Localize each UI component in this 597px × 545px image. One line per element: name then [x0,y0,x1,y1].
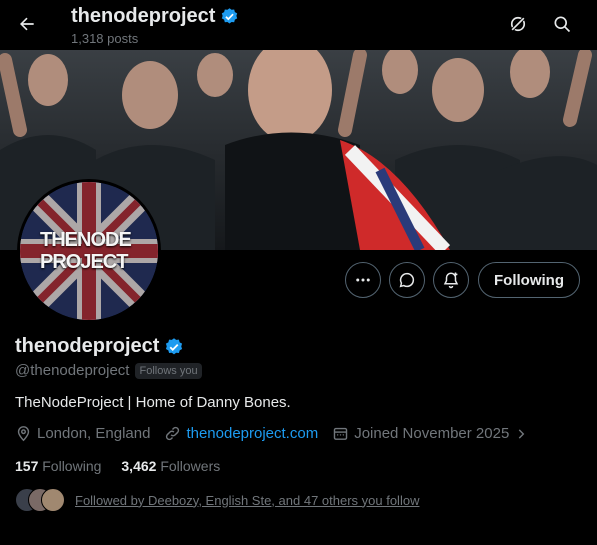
follower-avatar [41,488,65,512]
location-item: London, England [15,425,150,442]
search-button[interactable] [549,11,575,37]
followed-by-text: Followed by Deebozy, English Ste, and 47… [75,492,420,508]
profile-handle: @thenodeproject [15,362,130,379]
verified-badge-icon[interactable] [164,337,184,357]
arrow-left-icon [20,17,34,31]
following-stat-link[interactable]: 157 Following [15,458,101,474]
verified-badge-icon [222,8,238,24]
avatar-logo-line1: THENODE [40,229,132,251]
follow-stats: 157 Following 3,462 Followers [15,458,220,474]
avatar-logo-text: THENODE PROJECT [40,229,140,273]
calendar-icon [333,427,348,440]
header-title-block: thenodeproject 1,318 posts [71,5,239,46]
joined-text: Joined November 2025 [354,425,510,442]
message-button[interactable] [389,262,425,298]
avatar-logo-line2: PROJECT [40,251,128,273]
back-button[interactable] [12,9,42,39]
followed-by-row[interactable]: Followed by Deebozy, English Ste, and 47… [15,488,419,512]
grok-button[interactable] [505,11,531,37]
joined-item[interactable]: Joined November 2025 [332,425,528,442]
profile-avatar[interactable]: THENODE PROJECT [17,179,161,323]
location-pin-icon [17,426,30,442]
followers-stat-link[interactable]: 3,462 Followers [121,458,220,474]
follower-avatars [15,488,65,512]
notifications-button[interactable] [433,262,469,298]
followers-label: Followers [160,458,221,474]
top-bar: thenodeproject 1,318 posts [0,0,597,50]
following-button[interactable]: Following [478,262,580,298]
more-button[interactable] [345,262,381,298]
followers-count: 3,462 [121,458,157,474]
grok-icon [510,16,526,32]
follows-you-badge: Follows you [135,362,202,379]
display-name: thenodeproject [15,335,160,357]
handle-row: @thenodeproject Follows you [15,362,202,379]
following-count: 157 [15,458,39,474]
website-item: thenodeproject.com [164,425,318,442]
posts-count: 1,318 posts [71,31,139,46]
link-icon [166,426,180,441]
location-text: London, England [37,425,151,442]
following-label: Following [42,458,102,474]
message-bubble-icon [399,272,415,288]
more-horizontal-icon [356,278,370,282]
website-link[interactable]: thenodeproject.com [186,425,318,442]
chevron-right-icon [519,428,525,439]
search-icon [554,16,571,33]
profile-name-row: thenodeproject [15,335,184,358]
bell-plus-icon [443,272,459,289]
profile-bio: TheNodeProject | Home of Danny Bones. [15,394,291,411]
profile-meta-row: London, England thenodeproject.com Joine… [15,425,542,442]
header-title: thenodeproject [71,5,216,27]
